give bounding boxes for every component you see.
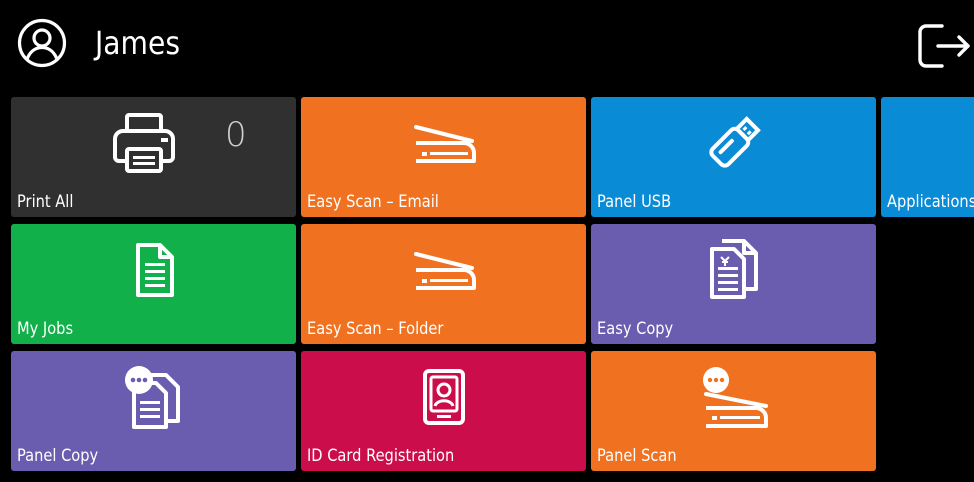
scanner-icon <box>301 224 586 316</box>
document-icon <box>11 224 296 316</box>
scanner-icon <box>301 97 586 189</box>
id-card-icon <box>301 351 586 443</box>
tile-panel-usb[interactable]: Panel USB <box>591 97 876 217</box>
tile-label: Easy Scan – Folder <box>307 319 444 339</box>
header-bar: James <box>0 0 974 92</box>
tile-label: Easy Copy <box>597 319 674 339</box>
logout-icon[interactable] <box>916 20 972 72</box>
tile-my-jobs[interactable]: My Jobs <box>11 224 296 344</box>
tile-label: Applications <box>887 192 974 212</box>
tile-label: My Jobs <box>17 319 74 339</box>
tile-label: Panel USB <box>597 192 672 212</box>
panel-copy-icon <box>11 351 296 443</box>
tile-label: Panel Scan <box>597 446 677 466</box>
tile-applications[interactable]: Applications <box>881 97 974 217</box>
tile-label: Easy Scan – Email <box>307 192 439 212</box>
tile-easy-scan-email[interactable]: Easy Scan – Email <box>301 97 586 217</box>
tile-id-card-registration[interactable]: ID Card Registration <box>301 351 586 471</box>
user-name: James <box>95 24 180 62</box>
tile-easy-copy[interactable]: Easy Copy <box>591 224 876 344</box>
printer-icon <box>11 97 296 189</box>
copy-documents-icon <box>591 224 876 316</box>
panel-scan-icon <box>591 351 876 443</box>
user-circle-icon[interactable] <box>17 18 67 68</box>
tile-label: ID Card Registration <box>307 446 455 466</box>
tile-easy-scan-folder[interactable]: Easy Scan – Folder <box>301 224 586 344</box>
tile-label: Panel Copy <box>17 446 99 466</box>
tile-label: Print All <box>17 192 74 212</box>
usb-drive-icon <box>591 97 876 189</box>
tile-panel-scan[interactable]: Panel Scan <box>591 351 876 471</box>
tile-print-all[interactable]: 0 Print All <box>11 97 296 217</box>
tile-panel-copy[interactable]: Panel Copy <box>11 351 296 471</box>
print-count: 0 <box>225 115 247 155</box>
